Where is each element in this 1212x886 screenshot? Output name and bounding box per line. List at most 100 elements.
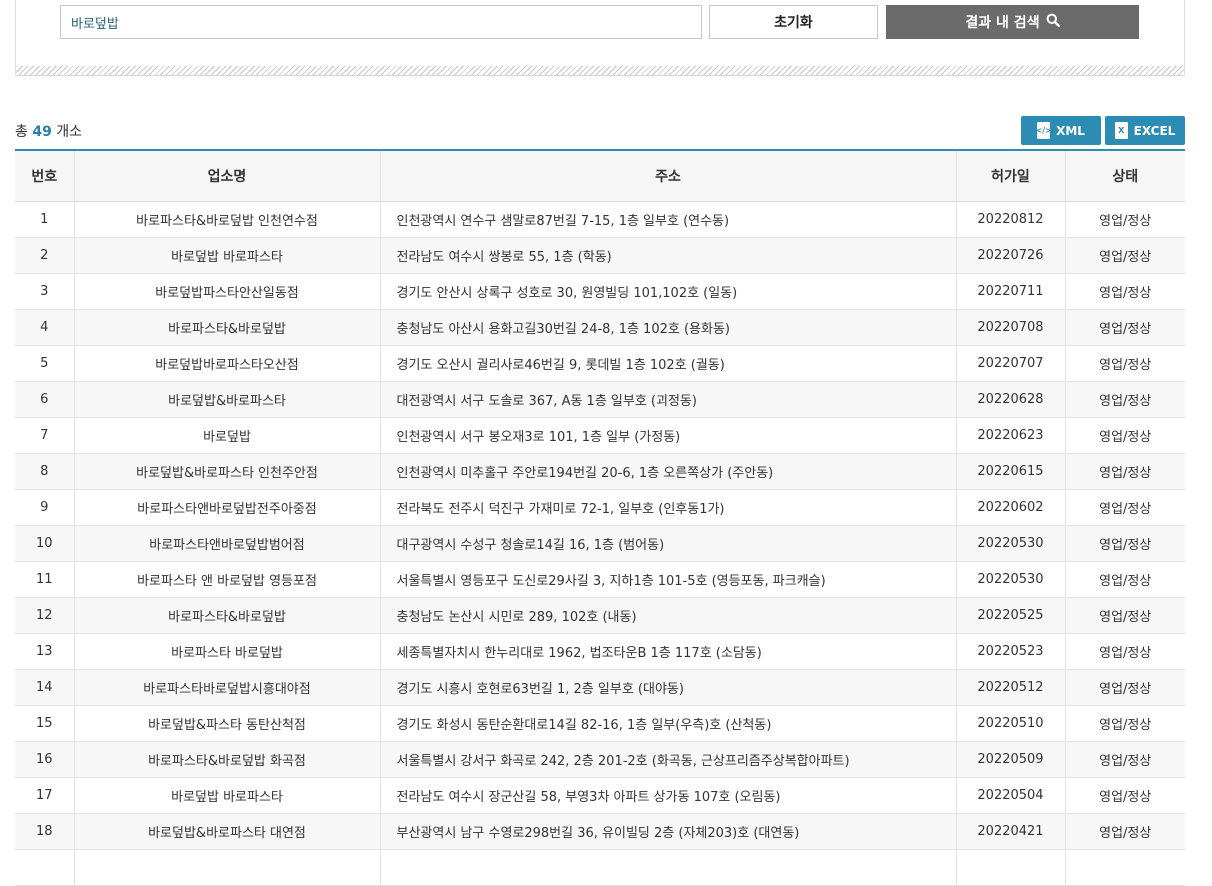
address: 경기도 안산시 상록구 성호로 30, 원영빌딩 101,102호 (일동) <box>380 273 957 310</box>
address: 인천광역시 미추홀구 주안로194번길 20-6, 1층 오른쪽상가 (주안동) <box>380 453 957 490</box>
row-number: 13 <box>15 633 75 670</box>
address: 세종특별자치시 한누리대로 1962, 법조타운B 1층 117호 (소담동) <box>380 633 957 670</box>
business-name[interactable]: 바로파스타앤바로덮밥범어점 <box>74 525 381 562</box>
business-name[interactable]: 바로파스타&바로덮밥 <box>74 597 381 634</box>
permit-date: 20220421 <box>956 813 1066 850</box>
address: 경기도 시흥시 호현로63번길 1, 2층 일부호 (대야동) <box>380 669 957 706</box>
table-row[interactable]: 17 바로덮밥 바로파스타 전라남도 여수시 장군산길 58, 부영3차 아파트 상… <box>15 777 1185 814</box>
permit-date: 20220812 <box>956 201 1066 238</box>
status: 영업/정상 <box>1065 381 1185 418</box>
business-name[interactable]: 바로파스타&바로덮밥 인천연수점 <box>74 201 381 238</box>
count-number: 49 <box>32 124 52 140</box>
business-name[interactable]: 바로덮밥&바로파스타 인천주안점 <box>74 453 381 490</box>
search-button-label: 결과 내 검색 <box>965 15 1040 31</box>
business-name[interactable]: 바로덮밥 바로파스타 <box>74 237 381 274</box>
table-row[interactable]: 16 바로파스타&바로덮밥 화곡점 서울특별시 강서구 화곡로 242, 2층 20… <box>15 741 1185 778</box>
table-row[interactable]: 15 바로덮밥&파스타 동탄산척점 경기도 화성시 동탄순환대로14길 82-16,… <box>15 705 1185 742</box>
business-name[interactable]: 바로덮밥 바로파스타 <box>74 777 381 814</box>
address: 인천광역시 서구 봉오재3로 101, 1층 일부 (가정동) <box>380 417 957 454</box>
column-header-status: 상태 <box>1065 150 1185 202</box>
status: 영업/정상 <box>1065 237 1185 274</box>
search-icon <box>1046 13 1060 31</box>
status: 영업/정상 <box>1065 525 1185 562</box>
status: 영업/정상 <box>1065 813 1185 850</box>
table-row[interactable]: 1 바로파스타&바로덮밥 인천연수점 인천광역시 연수구 샘말로87번길 7-15,… <box>15 201 1185 238</box>
table-row[interactable]: 18 바로덮밥&바로파스타 대연점 부산광역시 남구 수영로298번길 36, 유이… <box>15 813 1185 850</box>
table-row[interactable]: 6 바로덮밥&바로파스타 대전광역시 서구 도솔로 367, A동 1층 일부호 (… <box>15 381 1185 418</box>
permit-date: 20220530 <box>956 525 1066 562</box>
status: 영업/정상 <box>1065 201 1185 238</box>
table-row[interactable]: 12 바로파스타&바로덮밥 충청남도 논산시 시민로 289, 102호 (내동) 2… <box>15 597 1185 634</box>
business-name[interactable]: 바로파스타 바로덮밥 <box>74 633 381 670</box>
results-table: 번호 업소명 주소 허가일 상태 1 바로파스타&바로덮밥 인천연수점 인천광역시 … <box>15 149 1185 886</box>
business-name[interactable]: 바로덮밥&바로파스타 대연점 <box>74 813 381 850</box>
status: 영업/정상 <box>1065 345 1185 382</box>
excel-export-button[interactable]: X EXCEL <box>1105 116 1185 145</box>
column-header-business-name: 업소명 <box>74 150 381 202</box>
table-row[interactable]: 8 바로덮밥&바로파스타 인천주안점 인천광역시 미추홀구 주안로194번길 20-… <box>15 453 1185 490</box>
table-row[interactable]: 10 바로파스타앤바로덮밥범어점 대구광역시 수성구 청솔로14길 16, 1층 (… <box>15 525 1185 562</box>
table-row[interactable]: 5 바로덮밥바로파스타오산점 경기도 오산시 궐리사로46번길 9, 롯데빌 1층 … <box>15 345 1185 382</box>
result-count: 총 49 개소 <box>15 121 82 141</box>
table-row[interactable]: 7 바로덮밥 인천광역시 서구 봉오재3로 101, 1층 일부 (가정동) 2022… <box>15 417 1185 454</box>
permit-date: 20220707 <box>956 345 1066 382</box>
row-number: 17 <box>15 777 75 814</box>
row-number: 3 <box>15 273 75 310</box>
address: 대전광역시 서구 도솔로 367, A동 1층 일부호 (괴정동) <box>380 381 957 418</box>
business-name[interactable]: 바로파스타&바로덮밥 <box>74 309 381 346</box>
table-header-row: 번호 업소명 주소 허가일 상태 <box>15 150 1185 202</box>
count-suffix: 개소 <box>56 124 83 140</box>
xml-label: XML <box>1056 123 1085 138</box>
table-row[interactable]: 2 바로덮밥 바로파스타 전라남도 여수시 쌍봉로 55, 1층 (학동) 20220… <box>15 237 1185 274</box>
table-row[interactable]: 11 바로파스타 앤 바로덮밥 영등포점 서울특별시 영등포구 도신로29사길 3,… <box>15 561 1185 598</box>
status: 영업/정상 <box>1065 561 1185 598</box>
permit-date: 20220523 <box>956 633 1066 670</box>
reset-button[interactable]: 초기화 <box>709 5 878 39</box>
count-prefix: 총 <box>15 124 28 140</box>
permit-date: 20220512 <box>956 669 1066 706</box>
business-name[interactable]: 바로파스타 앤 바로덮밥 영등포점 <box>74 561 381 598</box>
address: 서울특별시 강서구 화곡로 242, 2층 201-2호 (화곡동, 근상프리즘… <box>380 741 957 778</box>
xml-export-button[interactable]: </> XML <box>1021 116 1101 145</box>
row-number: 14 <box>15 669 75 706</box>
permit-date: 20220711 <box>956 273 1066 310</box>
address: 충청남도 아산시 용화고길30번길 24-8, 1층 102호 (용화동) <box>380 309 957 346</box>
search-within-results-button[interactable]: 결과 내 검색 <box>886 5 1139 39</box>
address: 충청남도 논산시 시민로 289, 102호 (내동) <box>380 597 957 634</box>
permit-date: 20220602 <box>956 489 1066 526</box>
search-panel: 초기화 결과 내 검색 <box>15 0 1185 76</box>
permit-date: 20220623 <box>956 417 1066 454</box>
business-name[interactable]: 바로파스타&바로덮밥 화곡점 <box>74 741 381 778</box>
search-input[interactable] <box>60 5 702 39</box>
business-name[interactable]: 바로파스타바로덮밥시흥대야점 <box>74 669 381 706</box>
table-row[interactable]: 4 바로파스타&바로덮밥 충청남도 아산시 용화고길30번길 24-8, 1층 10… <box>15 309 1185 346</box>
row-number: 9 <box>15 489 75 526</box>
row-number: 11 <box>15 561 75 598</box>
table-row[interactable]: 3 바로덮밥파스타안산일동점 경기도 안산시 상록구 성호로 30, 원영빌딩 10… <box>15 273 1185 310</box>
excel-file-icon: X <box>1114 122 1128 139</box>
address: 전라남도 여수시 쌍봉로 55, 1층 (학동) <box>380 237 957 274</box>
row-number: 6 <box>15 381 75 418</box>
row-number: 2 <box>15 237 75 274</box>
table-row[interactable]: 9 바로파스타앤바로덮밥전주아중점 전라북도 전주시 덕진구 가재미로 72-1, … <box>15 489 1185 526</box>
address: 경기도 오산시 궐리사로46번길 9, 롯데빌 1층 102호 (궐동) <box>380 345 957 382</box>
business-name[interactable]: 바로덮밥바로파스타오산점 <box>74 345 381 382</box>
row-number: 10 <box>15 525 75 562</box>
business-name[interactable]: 바로파스타앤바로덮밥전주아중점 <box>74 489 381 526</box>
address: 전라북도 전주시 덕진구 가재미로 72-1, 일부호 (인후동1가) <box>380 489 957 526</box>
business-name[interactable]: 바로덮밥파스타안산일동점 <box>74 273 381 310</box>
business-name[interactable]: 바로덮밥&파스타 동탄산척점 <box>74 705 381 742</box>
excel-label: EXCEL <box>1133 123 1176 138</box>
row-number: 1 <box>15 201 75 238</box>
status: 영업/정상 <box>1065 669 1185 706</box>
permit-date: 20220504 <box>956 777 1066 814</box>
status: 영업/정상 <box>1065 309 1185 346</box>
table-row[interactable]: 13 바로파스타 바로덮밥 세종특별자치시 한누리대로 1962, 법조타운B 1층… <box>15 633 1185 670</box>
status: 영업/정상 <box>1065 633 1185 670</box>
business-name[interactable]: 바로덮밥&바로파스타 <box>74 381 381 418</box>
xml-file-icon: </> <box>1035 122 1052 139</box>
column-header-number: 번호 <box>15 150 75 202</box>
table-row[interactable]: 14 바로파스타바로덮밥시흥대야점 경기도 시흥시 호현로63번길 1, 2층 일부… <box>15 669 1185 706</box>
status: 영업/정상 <box>1065 741 1185 778</box>
business-name[interactable]: 바로덮밥 <box>74 417 381 454</box>
